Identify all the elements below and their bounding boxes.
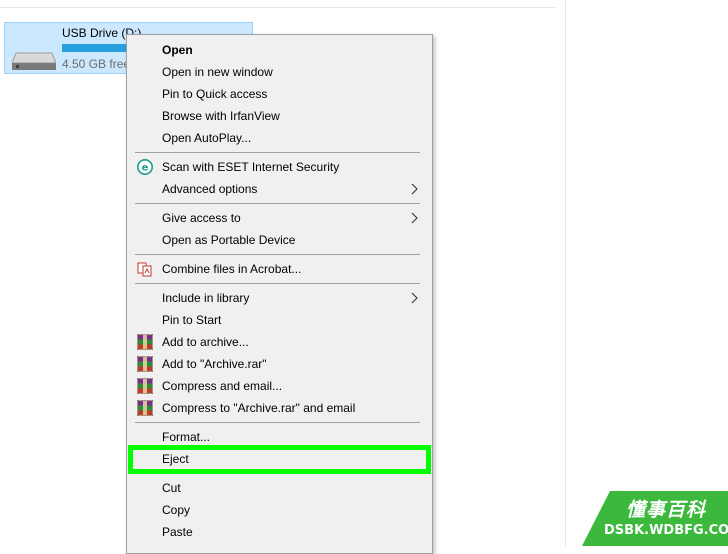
menu-item-open[interactable]: Open (127, 39, 432, 61)
menu-item-combine-acrobat[interactable]: Combine files in Acrobat... (127, 258, 432, 280)
top-divider (0, 7, 556, 8)
menu-separator (135, 283, 420, 284)
menu-item-label: Open AutoPlay... (162, 131, 252, 145)
svg-text:e: e (142, 163, 149, 174)
chevron-right-icon (411, 183, 418, 195)
winrar-icon (137, 356, 153, 372)
menu-item-open-portable-device[interactable]: Open as Portable Device (127, 229, 432, 251)
menu-item-label: Add to "Archive.rar" (162, 357, 267, 371)
menu-item-advanced-options[interactable]: Advanced options (127, 178, 432, 200)
menu-item-open-autoplay[interactable]: Open AutoPlay... (127, 127, 432, 149)
watermark-title: 懂事百科 (626, 499, 707, 521)
menu-separator (135, 152, 420, 153)
context-menu: Open Open in new window Pin to Quick acc… (126, 34, 433, 554)
menu-item-label: Add to archive... (162, 335, 249, 349)
menu-item-paste[interactable]: Paste (127, 521, 432, 543)
menu-separator (135, 203, 420, 204)
menu-item-label: Copy (162, 503, 191, 517)
menu-item-add-archive[interactable]: Add to archive... (127, 331, 432, 353)
menu-item-browse-irfanview[interactable]: Browse with IrfanView (127, 105, 432, 127)
menu-item-label: Open in new window (162, 65, 273, 79)
menu-item-compress-email[interactable]: Compress and email... (127, 375, 432, 397)
eject-highlight-box (128, 445, 431, 474)
menu-item-label: Compress and email... (162, 379, 283, 393)
menu-separator (135, 422, 420, 423)
menu-item-label: Advanced options (162, 182, 258, 196)
menu-item-label: Browse with IrfanView (162, 109, 280, 123)
watermark-badge: 懂事百科 DSBK.WDBFG.COM (582, 491, 728, 546)
menu-item-label: Open as Portable Device (162, 233, 296, 247)
chevron-right-icon (411, 292, 418, 304)
drive-free-space: 4.50 GB free (62, 57, 131, 71)
menu-item-add-to-archive-rar[interactable]: Add to "Archive.rar" (127, 353, 432, 375)
menu-item-label: Give access to (162, 211, 241, 225)
menu-item-scan-eset[interactable]: e Scan with ESET Internet Security (127, 156, 432, 178)
menu-item-label: Compress to "Archive.rar" and email (162, 401, 356, 415)
menu-item-label: Pin to Quick access (162, 87, 268, 101)
menu-item-give-access[interactable]: Give access to (127, 207, 432, 229)
winrar-icon (137, 400, 153, 416)
chevron-right-icon (411, 212, 418, 224)
menu-item-pin-start[interactable]: Pin to Start (127, 309, 432, 331)
pane-divider (565, 0, 566, 546)
menu-item-label: Open (162, 43, 193, 57)
menu-item-open-new-window[interactable]: Open in new window (127, 61, 432, 83)
menu-item-label: Scan with ESET Internet Security (162, 160, 340, 174)
winrar-icon (137, 378, 153, 394)
menu-item-cut[interactable]: Cut (127, 477, 432, 499)
eset-icon: e (137, 159, 153, 175)
usb-drive-icon (12, 52, 56, 70)
menu-item-label: Paste (162, 525, 193, 539)
menu-item-include-library[interactable]: Include in library (127, 287, 432, 309)
menu-item-label: Cut (162, 481, 181, 495)
menu-item-label: Pin to Start (162, 313, 222, 327)
winrar-icon (137, 334, 153, 350)
menu-item-label: Include in library (162, 291, 250, 305)
menu-item-copy[interactable]: Copy (127, 499, 432, 521)
menu-item-label: Combine files in Acrobat... (162, 262, 302, 276)
menu-separator (135, 254, 420, 255)
menu-item-pin-quick-access[interactable]: Pin to Quick access (127, 83, 432, 105)
menu-item-compress-archive-rar-email[interactable]: Compress to "Archive.rar" and email (127, 397, 432, 419)
acrobat-icon (137, 262, 152, 277)
watermark-site: DSBK.WDBFG.COM (604, 523, 728, 538)
